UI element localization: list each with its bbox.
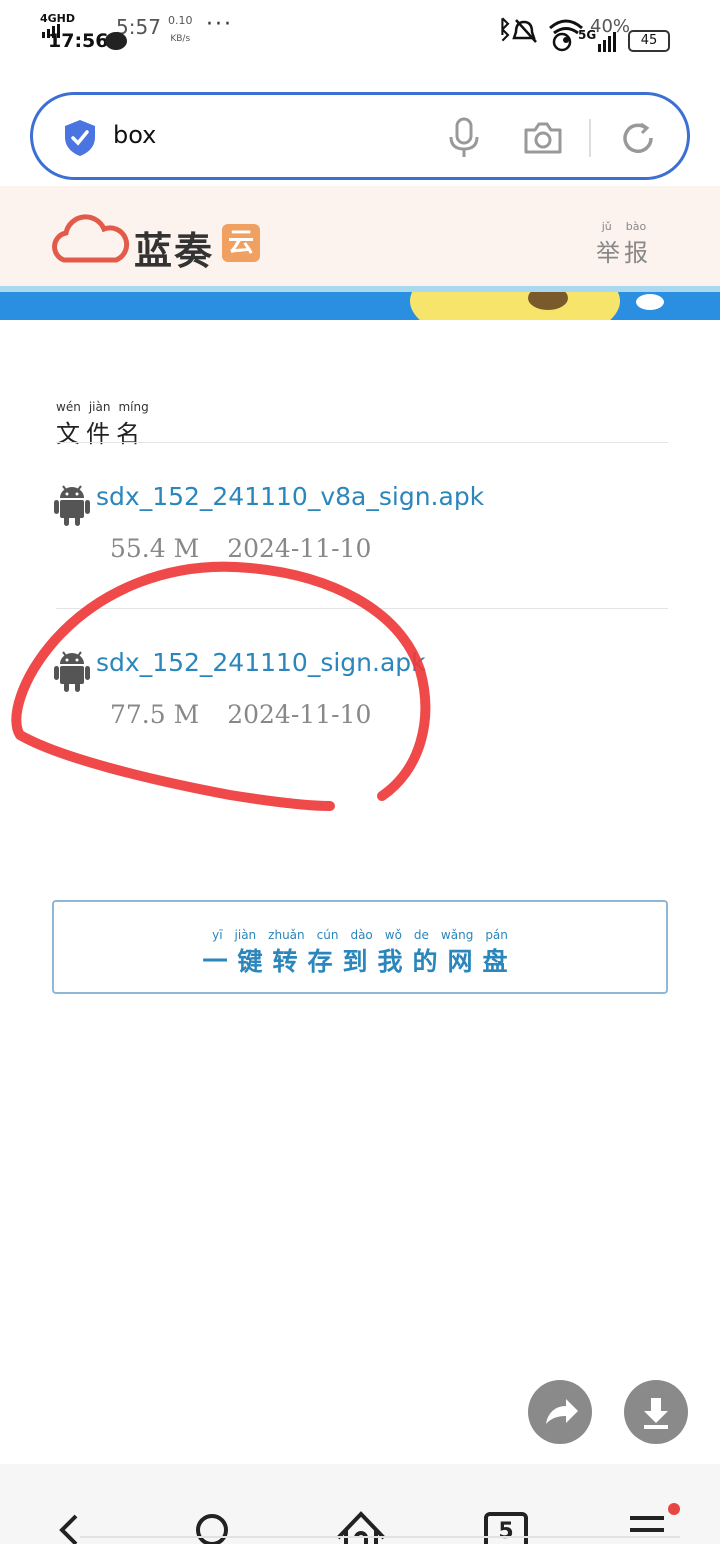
save-to-drive-button[interactable]: yī jiàn zhuǎn cún dào wǒ de wǎng pán 一键转…	[52, 900, 668, 994]
notification-dot	[668, 1503, 680, 1515]
download-button[interactable]	[624, 1380, 688, 1444]
pinyin: wǒ	[384, 928, 402, 942]
pinyin: yī	[212, 928, 223, 942]
tabs-icon[interactable]: 5	[484, 1512, 528, 1544]
pinyin: wǎng	[440, 928, 474, 942]
pinyin: zhuǎn	[268, 928, 305, 942]
pinyin: pán	[485, 928, 508, 942]
gesture-bar	[80, 1536, 680, 1538]
share-icon	[546, 1399, 578, 1424]
red-circle-annotation	[11, 561, 431, 811]
button-pinyin: yī jiàn zhuǎn cún dào wǒ de wǎng pán	[54, 928, 666, 942]
pinyin: cún	[316, 928, 339, 942]
search-icon[interactable]	[194, 1510, 234, 1544]
pinyin: dào	[350, 928, 373, 942]
back-icon[interactable]	[54, 1512, 84, 1544]
save-button-label: 一键转存到我的网盘	[202, 947, 518, 976]
pinyin: de	[413, 928, 429, 942]
menu-icon[interactable]	[630, 1514, 666, 1544]
home-icon[interactable]	[334, 1508, 388, 1544]
pinyin: jiàn	[234, 928, 257, 942]
download-icon	[644, 1398, 668, 1429]
share-button[interactable]	[528, 1380, 592, 1444]
